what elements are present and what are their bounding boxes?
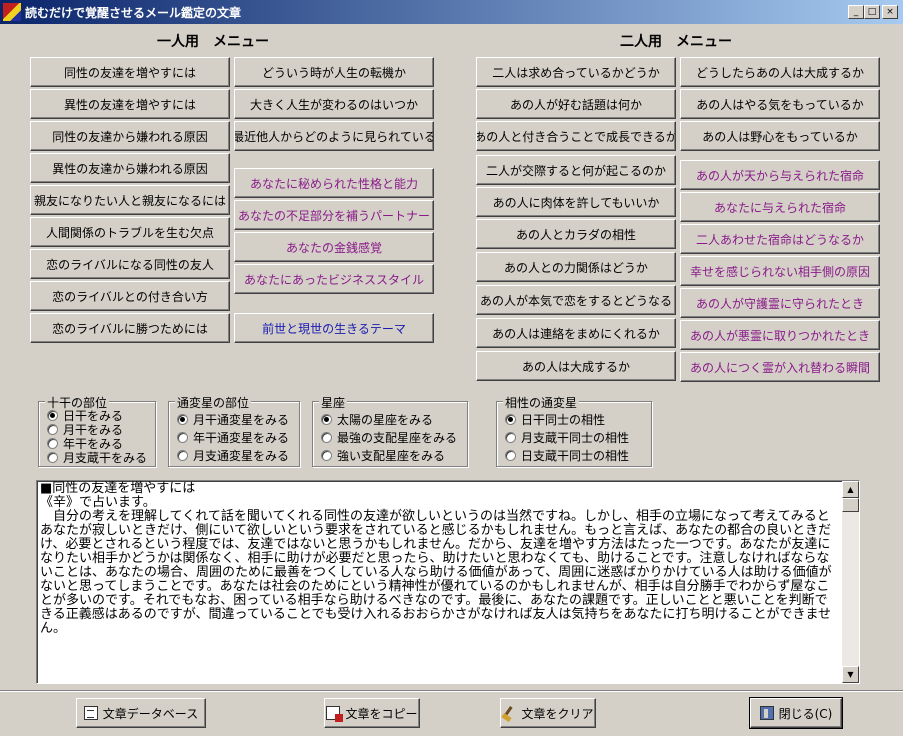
aisho-option[interactable]: 日支蔵干同士の相性 <box>505 447 629 464</box>
tsuhen-option[interactable]: 年干通変星をみる <box>177 429 289 446</box>
radio-icon[interactable] <box>177 414 188 425</box>
radio-icon[interactable] <box>47 438 58 449</box>
radio-icon[interactable] <box>321 414 332 425</box>
scroll-down-icon[interactable]: ▼ <box>842 666 859 683</box>
single-menu-item[interactable]: 同性の友達から嫌われる原因 <box>30 121 230 151</box>
tsuhen-group-title: 通変星の部位 <box>175 394 252 411</box>
minimize-button[interactable]: _ <box>848 5 864 19</box>
single-menu-item[interactable]: 恋のライバルになる同性の友人 <box>30 249 230 279</box>
single-menu-item[interactable]: 人間関係のトラブルを生む欠点 <box>30 217 230 247</box>
title-bar: 読むだけで覚醒させるメール鑑定の文章 _ □ × <box>0 0 903 24</box>
single-menu-item[interactable]: あなたにあったビジネススタイル <box>234 264 434 294</box>
pair-menu-item[interactable]: あの人との力関係はどうか <box>476 252 676 282</box>
radio-icon[interactable] <box>47 452 58 463</box>
close-window-button[interactable]: × <box>882 5 898 19</box>
jikkan-option[interactable]: 月支蔵干をみる <box>47 449 147 466</box>
document-icon <box>83 706 98 720</box>
copy-text-button[interactable]: 文章をコピー <box>324 698 420 728</box>
aisho-group-title: 相性の通変星 <box>503 394 580 411</box>
single-menu-item[interactable]: 恋のライバルとの付き合い方 <box>30 281 230 311</box>
maximize-button[interactable]: □ <box>864 5 880 19</box>
radio-icon[interactable] <box>47 424 58 435</box>
seiza-option[interactable]: 最強の支配星座をみる <box>321 429 457 446</box>
copy-icon <box>326 706 344 722</box>
pair-menu-item[interactable]: どうしたらあの人は大成するか <box>680 57 880 87</box>
single-menu-item[interactable]: 同性の友達を増やすには <box>30 57 230 87</box>
aisho-option[interactable]: 月支蔵干同士の相性 <box>505 429 629 446</box>
pair-menu-heading: 二人用 メニュー <box>620 34 732 50</box>
pair-menu-item[interactable]: あの人はやる気をもっているか <box>680 89 880 119</box>
pair-menu-item[interactable]: 二人が交際すると何が起こるのか <box>476 155 676 185</box>
pair-menu-item[interactable]: あの人は野心をもっているか <box>680 121 880 151</box>
aisho-group: 相性の通変星 日干同士の相性 月支蔵干同士の相性 日支蔵干同士の相性 <box>496 394 652 467</box>
seiza-option[interactable]: 太陽の星座をみる <box>321 411 433 428</box>
pair-menu-item[interactable]: 二人あわせた宿命はどうなるか <box>680 224 880 254</box>
radio-icon[interactable] <box>47 410 58 421</box>
single-menu-item[interactable]: 最近他人からどのように見られている <box>234 121 434 151</box>
scroll-up-icon[interactable]: ▲ <box>842 481 859 498</box>
radio-icon[interactable] <box>177 450 188 461</box>
single-menu-item[interactable]: 異性の友達から嫌われる原因 <box>30 153 230 183</box>
tsuhen-option[interactable]: 月支通変星をみる <box>177 447 289 464</box>
scroll-thumb[interactable] <box>842 498 859 512</box>
seiza-group-title: 星座 <box>319 394 348 411</box>
door-icon <box>759 706 774 720</box>
text-database-button[interactable]: 文章データベース <box>76 698 206 728</box>
radio-icon[interactable] <box>177 432 188 443</box>
jikkan-group: 十干の部位 日干をみる 月干をみる 年干をみる 月支蔵干をみる <box>38 394 156 467</box>
pair-menu-item[interactable]: あの人が守護霊に守られたとき <box>680 288 880 318</box>
text-scrollbar[interactable]: ▲ ▼ <box>842 481 859 683</box>
pair-menu-item[interactable]: あの人につく霊が入れ替わる瞬間 <box>680 352 880 382</box>
tsuhen-option[interactable]: 月干通変星をみる <box>177 411 289 428</box>
pair-menu-item[interactable]: あの人が悪霊に取りつかれたとき <box>680 320 880 350</box>
single-menu-item[interactable]: どういう時が人生の転機か <box>234 57 434 87</box>
window-title: 読むだけで覚醒させるメール鑑定の文章 <box>25 6 242 20</box>
pair-menu-item[interactable]: あの人に肉体を許してもいいか <box>476 187 676 217</box>
pair-menu-item[interactable]: 幸せを感じられない相手側の原因 <box>680 256 880 286</box>
radio-icon[interactable] <box>505 450 516 461</box>
radio-icon[interactable] <box>505 414 516 425</box>
pair-menu-item[interactable]: あの人が本気で恋をするとどうなる <box>476 285 676 315</box>
seiza-option[interactable]: 強い支配星座をみる <box>321 447 445 464</box>
radio-icon[interactable] <box>505 432 516 443</box>
divider <box>0 690 903 692</box>
pair-menu-item[interactable]: あなたに与えられた宿命 <box>680 192 880 222</box>
single-menu-heading: 一人用 メニュー <box>157 34 269 50</box>
pair-menu-item[interactable]: あの人は大成するか <box>476 351 676 381</box>
app-icon <box>3 3 21 21</box>
pair-menu-item[interactable]: あの人は連絡をまめにくれるか <box>476 318 676 348</box>
radio-icon[interactable] <box>321 450 332 461</box>
clear-text-button[interactable]: 文章をクリア <box>500 698 596 728</box>
tsuhen-group: 通変星の部位 月干通変星をみる 年干通変星をみる 月支通変星をみる <box>168 394 300 467</box>
pair-menu-item[interactable]: 二人は求め合っているかどうか <box>476 57 676 87</box>
text-output[interactable]: ■同性の友達を増やすには 《辛》で占います。 自分の考えを理解してくれて話を聞い… <box>40 482 840 636</box>
single-menu-item[interactable]: 恋のライバルに勝つためには <box>30 313 230 343</box>
single-menu-item[interactable]: 親友になりたい人と親友になるには <box>30 185 230 215</box>
aisho-option[interactable]: 日干同士の相性 <box>505 411 605 428</box>
seiza-group: 星座 太陽の星座をみる 最強の支配星座をみる 強い支配星座をみる <box>312 394 468 467</box>
text-output-area[interactable]: ■同性の友達を増やすには 《辛》で占います。 自分の考えを理解してくれて話を聞い… <box>36 480 860 684</box>
broom-icon <box>502 706 516 720</box>
pair-menu-item[interactable]: あの人と付き合うことで成長できるか <box>476 121 676 151</box>
pair-menu-item[interactable]: あの人が好む話題は何か <box>476 89 676 119</box>
pair-menu-item[interactable]: あの人が天から与えられた宿命 <box>680 160 880 190</box>
close-button[interactable]: 閉じる(C) <box>749 697 843 729</box>
radio-icon[interactable] <box>321 432 332 443</box>
single-menu-item[interactable]: 大きく人生が変わるのはいつか <box>234 89 434 119</box>
pair-menu-item[interactable]: あの人とカラダの相性 <box>476 219 676 249</box>
single-menu-item[interactable]: あなたに秘められた性格と能力 <box>234 168 434 198</box>
single-menu-item[interactable]: あなたの不足部分を補うパートナー <box>234 200 434 230</box>
single-menu-item[interactable]: あなたの金銭感覚 <box>234 232 434 262</box>
single-menu-item[interactable]: 前世と現世の生きるテーマ <box>234 313 434 343</box>
single-menu-item[interactable]: 異性の友達を増やすには <box>30 89 230 119</box>
